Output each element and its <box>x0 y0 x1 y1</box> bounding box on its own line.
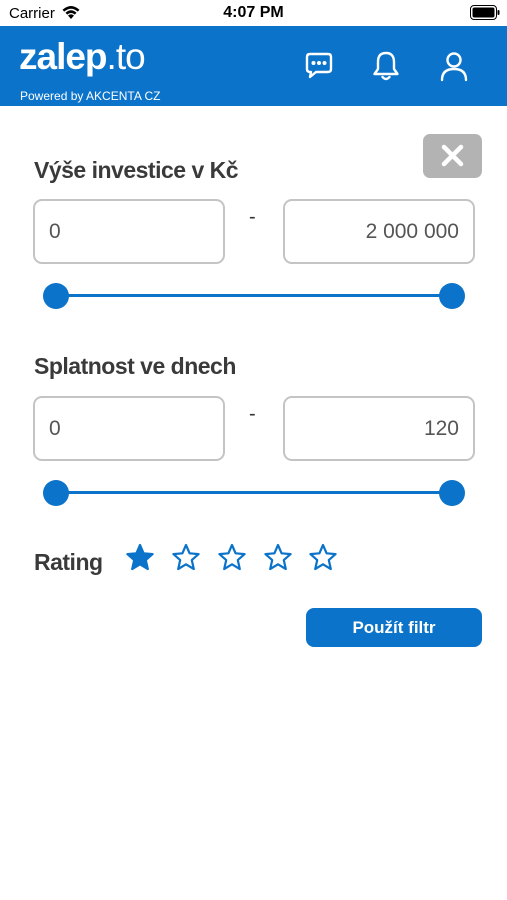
user-icon[interactable] <box>437 49 471 83</box>
rating-label: Rating <box>34 549 103 575</box>
range-separator: - <box>249 206 256 228</box>
investment-max-input[interactable]: 2 000 000 <box>283 199 475 264</box>
status-bar: Carrier 4:07 PM <box>0 0 507 26</box>
apply-filter-button[interactable]: Použít filtr <box>306 608 482 647</box>
maturity-title: Splatnost ve dnech <box>34 353 236 379</box>
investment-title: Výše investice v Kč <box>34 157 239 183</box>
rating-star-1[interactable] <box>125 543 155 573</box>
maturity-slider-min-handle[interactable] <box>43 480 69 506</box>
maturity-slider-track[interactable] <box>56 491 452 494</box>
app-header: zalep.to Powered by AKCENTA CZ <box>0 26 507 106</box>
rating-star-5[interactable] <box>308 543 338 573</box>
rating-star-3[interactable] <box>217 543 247 573</box>
rating-star-2[interactable] <box>171 543 201 573</box>
chat-icon[interactable] <box>302 49 336 83</box>
maturity-min-input[interactable]: 0 <box>33 396 225 461</box>
maturity-slider-max-handle[interactable] <box>439 480 465 506</box>
close-icon <box>441 144 464 167</box>
range-separator: - <box>249 403 256 425</box>
bell-icon[interactable] <box>369 49 403 83</box>
investment-slider-min-handle[interactable] <box>43 283 69 309</box>
powered-by-label: Powered by AKCENTA CZ <box>20 89 161 103</box>
clock: 4:07 PM <box>223 4 284 21</box>
rating-star-4[interactable] <box>263 543 293 573</box>
battery-icon <box>470 5 500 20</box>
investment-slider-max-handle[interactable] <box>439 283 465 309</box>
close-filter-button[interactable] <box>423 134 482 178</box>
zalepto-logo[interactable]: zalep.to <box>19 35 146 79</box>
investment-min-input[interactable]: 0 <box>33 199 225 264</box>
maturity-max-input[interactable]: 120 <box>283 396 475 461</box>
investment-slider-track[interactable] <box>56 294 452 297</box>
